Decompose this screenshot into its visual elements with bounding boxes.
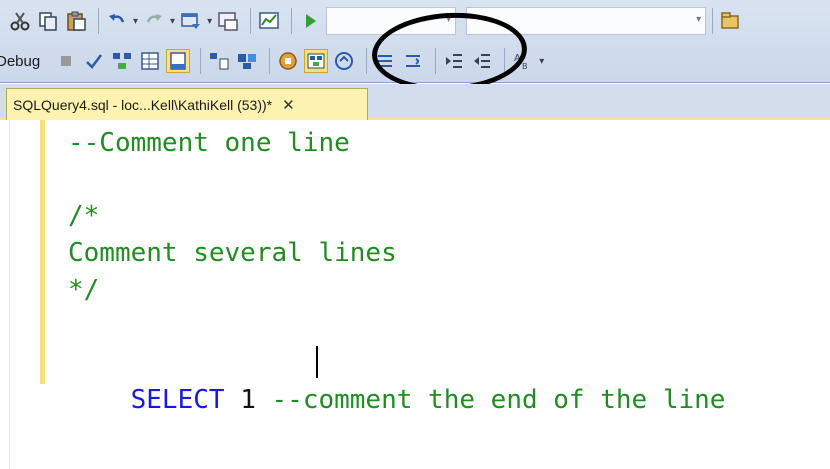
io-stats-icon[interactable] [332, 49, 356, 73]
sql-number: 1 [240, 385, 256, 415]
execute-icon[interactable] [298, 9, 322, 33]
new-window-icon[interactable] [179, 9, 203, 33]
document-tab-bar: SQLQuery4.sql - loc...Kell\KathiKell (53… [0, 84, 830, 120]
sql-comment: --comment the end of the line [271, 385, 726, 415]
code-line: /* [68, 201, 100, 231]
live-stats-icon[interactable] [304, 49, 329, 73]
chevron-down-icon: ▾ [696, 14, 702, 25]
query-editor[interactable]: --Comment one line /* Comment several li… [0, 120, 830, 469]
toolbar-area: ▾ ▾ ▾ ▾ ▾ Debug A B C ▾ [0, 0, 830, 96]
code-line: SELECT 1 --comment the end of the line [68, 346, 726, 415]
results-file-icon[interactable] [166, 49, 191, 73]
change-tracking-bar [40, 120, 45, 384]
sql-keyword: SELECT [130, 385, 225, 415]
toolbar-separator [366, 48, 368, 74]
copy-icon[interactable] [36, 9, 60, 33]
toolbar-separator [250, 8, 252, 34]
code-line: Comment several lines [68, 238, 397, 268]
toolbar-separator [200, 48, 202, 74]
estimated-plan-icon[interactable] [110, 49, 134, 73]
toolbar-separator [98, 8, 99, 34]
code-line: */ [68, 275, 100, 305]
results-grid-icon[interactable] [138, 49, 162, 73]
toolbar-separator [712, 8, 714, 34]
toolbar-separator [269, 48, 271, 74]
client-stats-icon[interactable] [276, 49, 300, 73]
parse-icon[interactable] [82, 49, 106, 73]
debug-button[interactable]: Debug [0, 53, 40, 70]
cut-icon[interactable] [8, 9, 32, 33]
new-window-dropdown-icon[interactable]: ▾ [207, 16, 212, 27]
editor-gutter [0, 120, 10, 469]
activity-monitor-icon[interactable] [216, 9, 240, 33]
include-plan-icon[interactable] [235, 49, 259, 73]
object-explorer-icon[interactable] [719, 9, 743, 33]
stop-icon[interactable] [54, 49, 78, 73]
redo-dropdown-icon[interactable]: ▾ [170, 16, 175, 27]
undo-icon[interactable] [105, 9, 129, 33]
undo-dropdown-icon[interactable]: ▾ [133, 16, 138, 27]
query-options-icon[interactable] [207, 49, 231, 73]
text-caret [316, 346, 318, 378]
tab-sqlquery4[interactable]: SQLQuery4.sql - loc...Kell\KathiKell (53… [6, 88, 368, 120]
redo-icon[interactable] [142, 9, 166, 33]
report-icon[interactable] [257, 9, 281, 33]
tab-label: SQLQuery4.sql - loc...Kell\KathiKell (53… [13, 96, 273, 113]
code-line: --Comment one line [68, 128, 350, 158]
paste-icon[interactable] [64, 9, 88, 33]
toolbar-options-dropdown-icon[interactable]: ▾ [539, 56, 544, 67]
close-icon[interactable]: ✕ [282, 96, 295, 114]
toolbar-separator [291, 8, 293, 34]
svg-text:B: B [522, 62, 528, 71]
